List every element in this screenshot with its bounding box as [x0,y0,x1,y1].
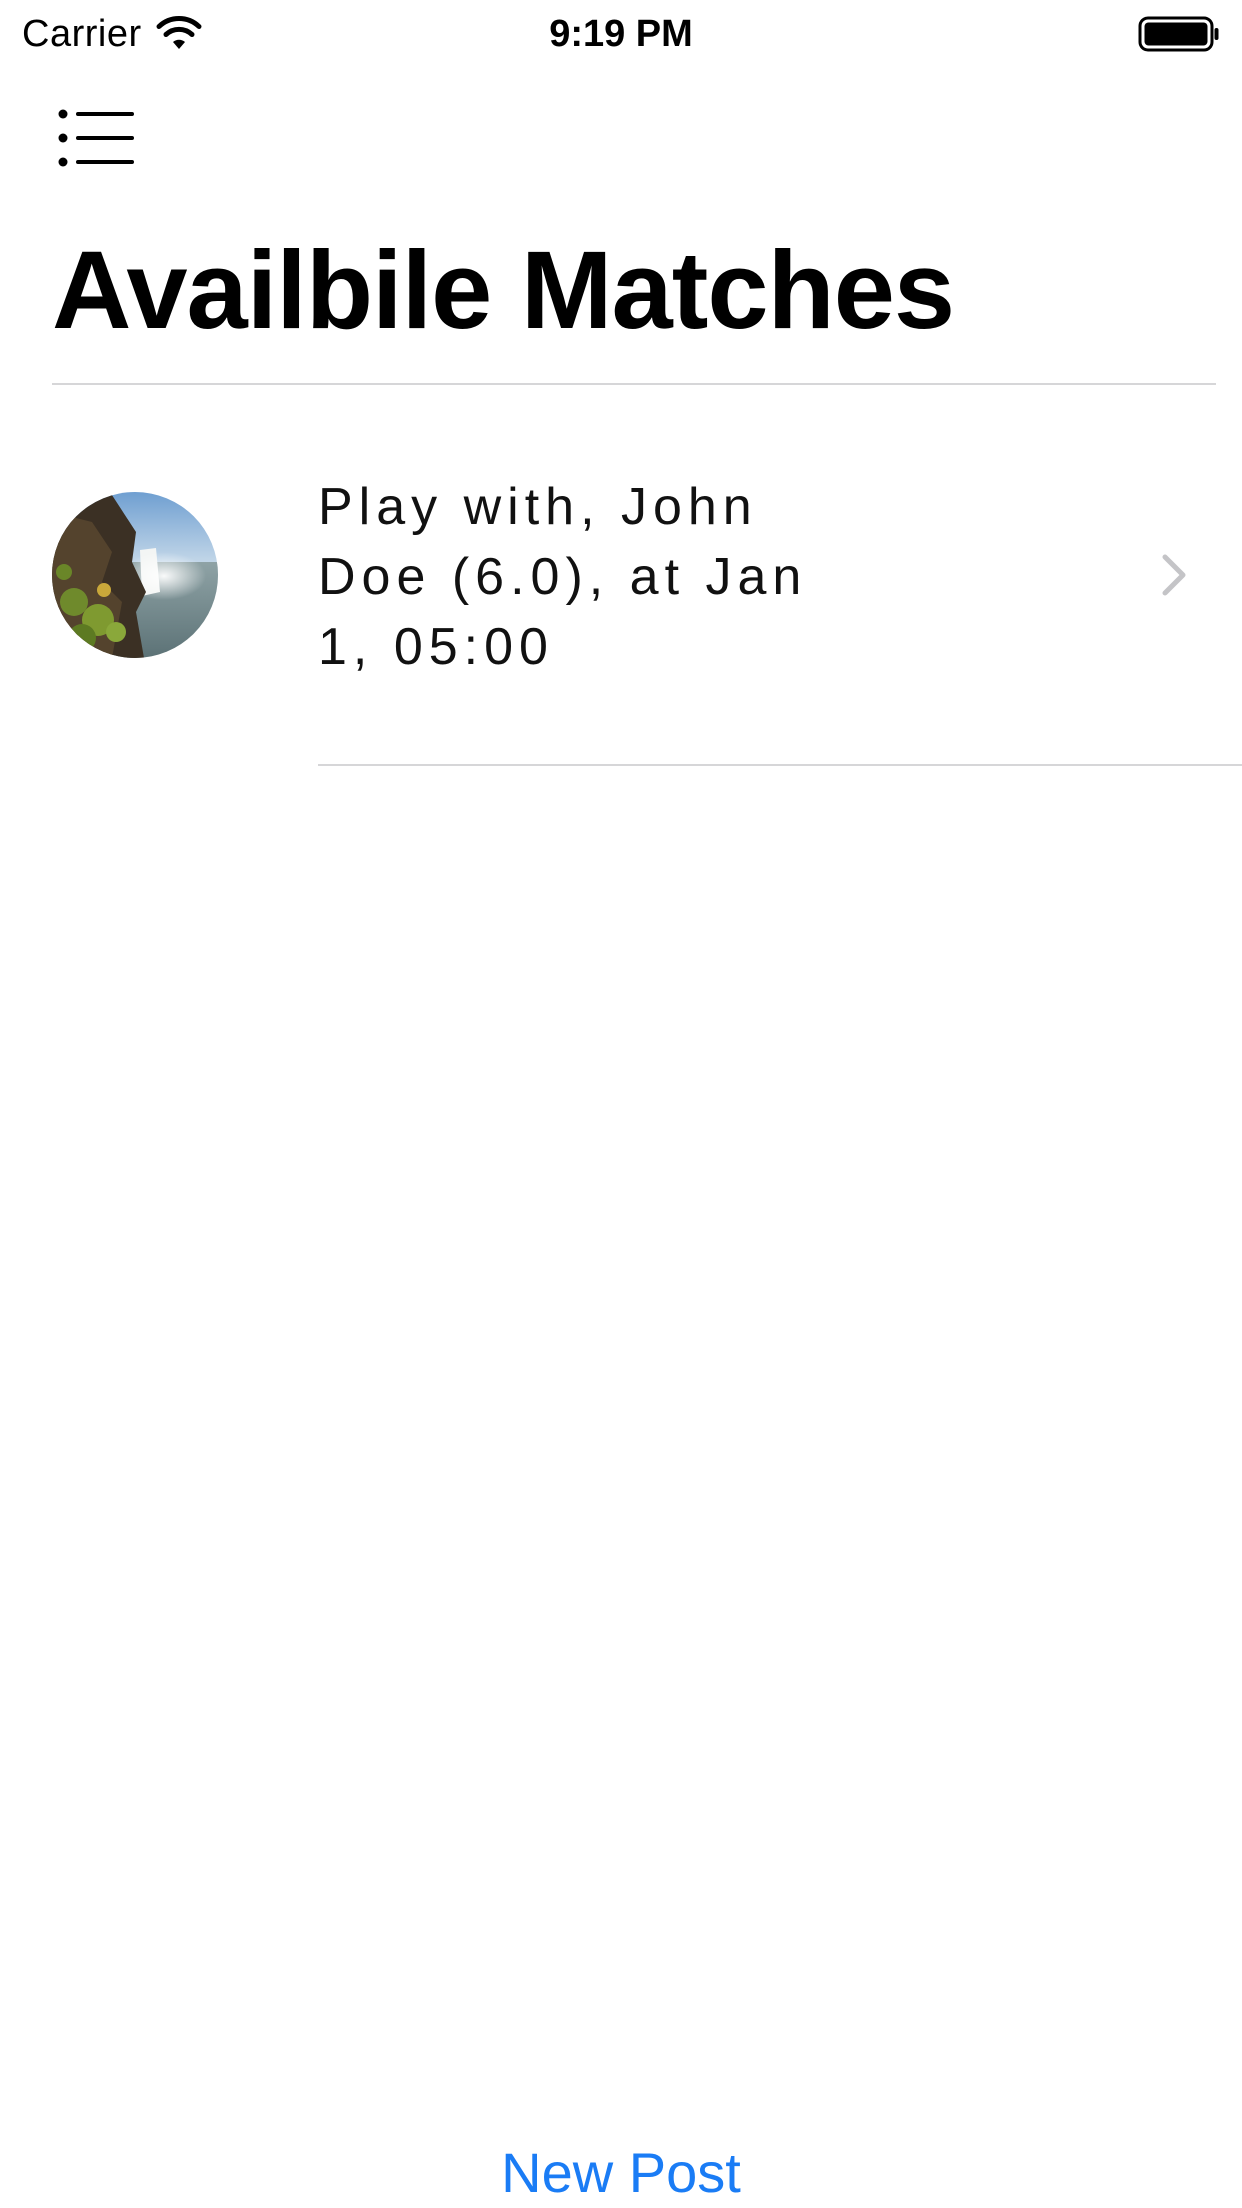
avatar [52,492,218,658]
status-time: 9:19 PM [549,13,693,55]
new-post-button[interactable]: New Post [0,2138,1242,2208]
match-description: Play with, John Doe (6.0), at Jan 1, 05:… [318,478,808,676]
list-bullet-icon[interactable] [56,108,136,168]
row-divider [318,764,1242,766]
chevron-right-icon [1162,554,1186,596]
title-divider [52,383,1216,385]
page-title: Availbile Matches [52,229,955,352]
match-list-item[interactable]: Play with, John Doe (6.0), at Jan 1, 05:… [0,440,1242,766]
status-bar: Carrier 9:19 PM [0,0,1242,66]
battery-full-icon [1138,16,1219,52]
